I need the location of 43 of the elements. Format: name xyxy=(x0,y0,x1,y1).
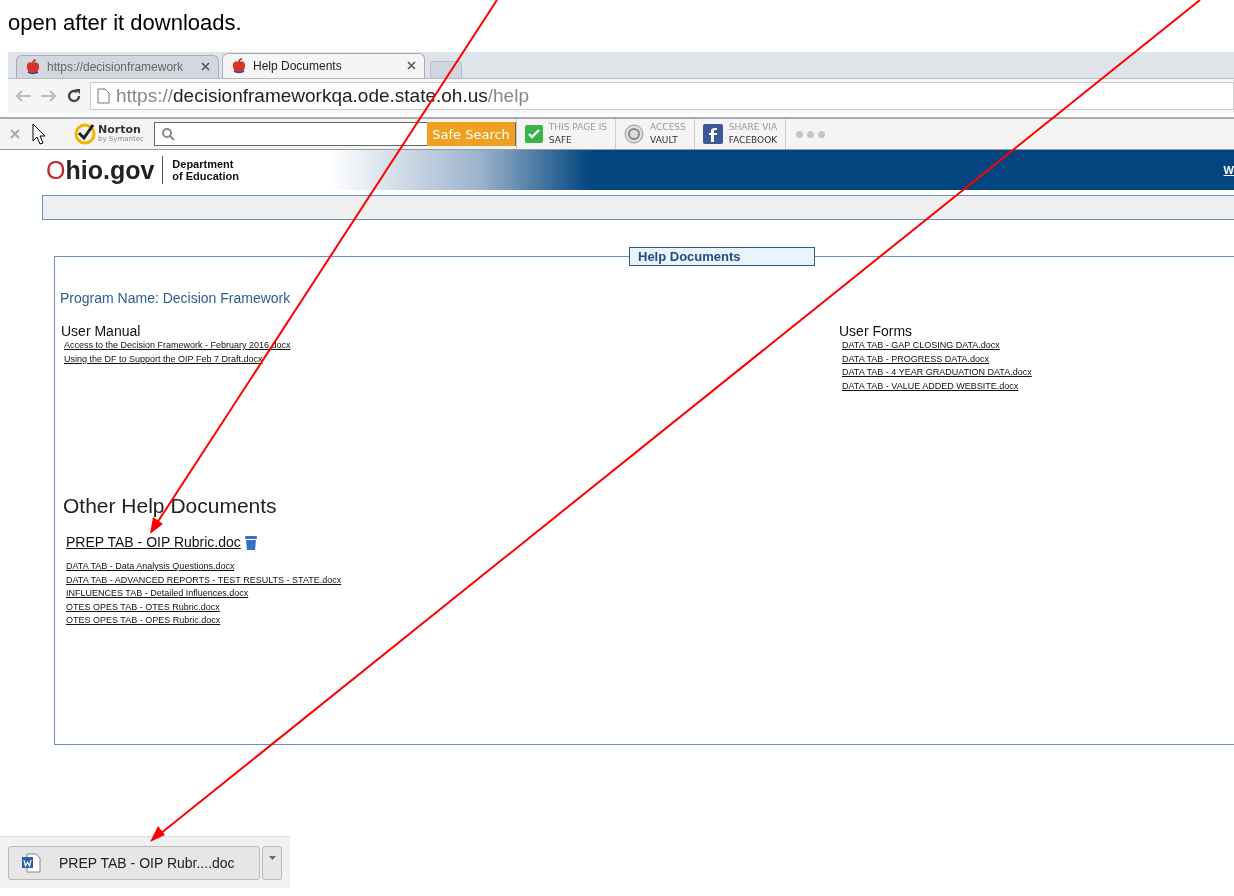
dropdown-button[interactable] xyxy=(262,846,282,880)
panel-title: Help Documents xyxy=(629,247,815,266)
section-heading: User Manual xyxy=(61,323,141,339)
document-link[interactable]: DATA TAB - GAP CLOSING DATA.docx xyxy=(842,339,1000,353)
share-facebook-button[interactable]: SHARE VIA FACEBOOK xyxy=(693,119,786,149)
forward-icon[interactable] xyxy=(40,89,58,103)
section-heading: User Forms xyxy=(839,323,913,339)
site-logo[interactable]: Ohio.gov xyxy=(46,156,164,184)
document-link[interactable]: OTES OPES TAB - OTES Rubric.docx xyxy=(66,600,220,614)
document-link[interactable]: DATA TAB - PROGRESS DATA.docx xyxy=(842,352,990,366)
apple-icon xyxy=(25,59,41,75)
back-icon[interactable] xyxy=(14,89,32,103)
access-vault-button[interactable]: ACCESS VAULT xyxy=(615,119,694,149)
document-link[interactable]: INFLUENCES TAB - Detailed Influences.docx xyxy=(66,587,249,601)
caption-text: open after it downloads. xyxy=(8,10,242,35)
search-icon xyxy=(160,127,175,141)
caret-icon xyxy=(268,856,276,860)
document-link[interactable]: DATA TAB - Data Analysis Questions.docx xyxy=(66,560,235,574)
checkmark-badge-icon xyxy=(74,123,96,145)
facebook-icon xyxy=(702,124,723,144)
reload-icon[interactable] xyxy=(66,88,82,104)
mouse-cursor-icon xyxy=(32,123,46,145)
page-status-text: THIS PAGE IS SAFE xyxy=(548,121,608,147)
new-tab-button[interactable] xyxy=(430,61,462,78)
document-link[interactable]: DATA TAB - VALUE ADDED WEBSITE.docx xyxy=(842,379,1019,393)
checkmark-icon xyxy=(524,125,543,143)
vault-icon xyxy=(624,124,645,144)
trash-icon xyxy=(244,535,257,550)
document-link[interactable]: Using the DF to Support the OIP Feb 7 Draft.docx xyxy=(64,352,263,366)
document-link[interactable]: DATA TAB - 4 YEAR GRADUATION DATA.docx xyxy=(842,366,1032,380)
word-document-icon xyxy=(21,853,41,873)
department-text: Department of Education xyxy=(172,158,239,182)
dragged-link[interactable]: PREP TAB - OIP Rubric.doc xyxy=(66,534,241,550)
program-name: Program Name: Decision Framework xyxy=(60,290,291,306)
page-icon xyxy=(97,88,110,104)
document-link[interactable]: OTES OPES TAB - OPES Rubric.docx xyxy=(66,614,221,628)
download-item[interactable]: PREP TAB - OIP Rubr....doc xyxy=(8,846,260,880)
document-link[interactable]: DATA TAB - ADVANCED REPORTS - TEST RESULTS - STATE.docx xyxy=(66,573,342,587)
browser-tab[interactable]: https://decisionframework xyxy=(16,55,219,78)
header-link[interactable]: W xyxy=(1223,164,1234,176)
browser-tab[interactable]: Help Documents xyxy=(222,53,425,78)
section-heading: Other Help Documents xyxy=(63,494,277,518)
apple-icon xyxy=(231,58,247,74)
